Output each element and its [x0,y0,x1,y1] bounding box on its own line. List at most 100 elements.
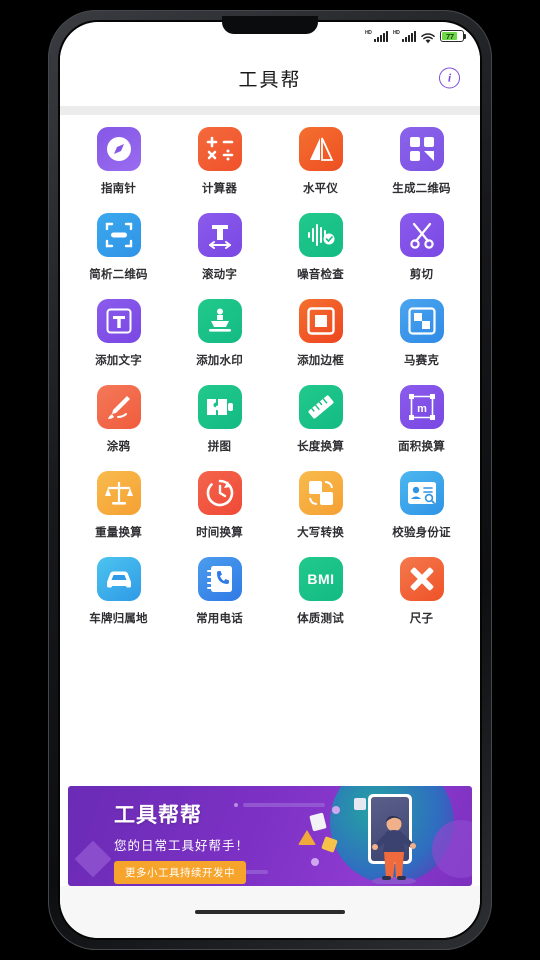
tool-item-mosaic[interactable]: 马赛克 [371,299,472,368]
license-plate-icon [96,557,141,601]
tool-item-license-plate[interactable]: 车牌归属地 [68,557,169,626]
tool-item-weight-convert[interactable]: 重量换算 [68,471,169,540]
tool-label: 涂鸦 [106,441,131,453]
banner-line-top [243,803,325,807]
tool-item-qrcode-generate[interactable]: 生成二维码 [371,127,472,196]
tool-item-noise-meter[interactable]: 噪音检查 [270,213,371,282]
weight-convert-icon [96,471,141,515]
phone-device: HD HD 77 工具帮 i 指南针 计算器 水平仪 生成二维码 简析二维码 滚… [48,10,492,950]
hd-label-2: HD [393,29,400,36]
svg-text:BMI: BMI [307,571,334,587]
length-convert-icon [298,385,343,429]
banner-dot-a [332,806,340,814]
puzzle-icon [197,385,242,429]
banner-person-illustration [372,816,416,884]
tool-item-scissors[interactable]: 剪切 [371,213,472,282]
banner-container: 工具帮帮 您的日常工具好帮手！ 更多小工具持续开发中 [60,779,480,886]
tool-item-add-border[interactable]: 添加边框 [270,299,371,368]
tool-item-length-convert[interactable]: 长度换算 [270,385,371,454]
ruler-icon [399,557,444,601]
tool-label: 大写转换 [297,527,344,539]
tool-label: 重量换算 [95,527,142,539]
info-glyph: i [447,70,452,85]
tool-label: 马赛克 [403,355,440,367]
tool-item-add-text[interactable]: 添加文字 [68,299,169,368]
tool-item-puzzle[interactable]: 拼图 [169,385,270,454]
tool-item-uppercase-convert[interactable]: 大写转换 [270,471,371,540]
tool-label: 水平仪 [302,183,339,195]
graffiti-icon [96,385,141,429]
tool-label: 长度换算 [297,441,344,453]
banner-subtitle: 您的日常工具好帮手！ [114,839,250,853]
tool-item-area-convert[interactable]: m 面积换算 [371,385,472,454]
tool-label: 面积换算 [398,441,445,453]
battery-level: 77 [442,32,458,41]
signal-icon-2: HD [393,29,416,42]
time-convert-icon [197,471,242,515]
banner-paper-1 [309,812,327,832]
mosaic-icon [399,299,444,343]
tool-item-qrcode-scan[interactable]: 简析二维码 [68,213,169,282]
add-border-icon [298,299,343,343]
tool-label: 车牌归属地 [89,613,148,625]
id-verify-icon [399,471,444,515]
compass-icon [96,127,141,171]
qrcode-generate-icon [399,127,444,171]
banner-badge[interactable]: 更多小工具持续开发中 [114,861,246,884]
tool-label: 滚动字 [201,269,238,281]
promo-banner[interactable]: 工具帮帮 您的日常工具好帮手！ 更多小工具持续开发中 [68,786,472,886]
tool-item-bmi[interactable]: BMI 体质测试 [270,557,371,626]
banner-paper-2 [354,798,366,810]
app-header: 工具帮 i [60,50,480,106]
area-convert-icon: m [399,385,444,429]
home-indicator[interactable] [195,910,345,914]
wifi-icon [421,31,435,43]
watermark-icon [197,299,242,343]
tool-label: 剪切 [409,269,434,281]
tool-grid: 指南针 计算器 水平仪 生成二维码简析二维码 滚动字 噪音检查 剪切添加文字 添加水印 添加边框… [68,127,472,626]
tool-item-id-verify[interactable]: 校验身份证 [371,471,472,540]
qrcode-scan-icon [96,213,141,257]
phone-notch [222,16,318,34]
tool-label: 校验身份证 [392,527,451,539]
tool-label: 体质测试 [297,613,344,625]
tool-item-compass[interactable]: 指南针 [68,127,169,196]
calculator-icon [197,127,242,171]
tool-label: 添加文字 [95,355,142,367]
phone-screen: HD HD 77 工具帮 i 指南针 计算器 水平仪 生成二维码 简析二维码 滚… [60,22,480,938]
bmi-icon: BMI [298,557,343,601]
scissors-icon [399,213,444,257]
tool-item-phone-book[interactable]: 常用电话 [169,557,270,626]
tool-label: 计算器 [201,183,238,195]
tool-label: 添加水印 [196,355,243,367]
scrolling-text-icon [197,213,242,257]
level-icon [298,127,343,171]
tool-item-calculator[interactable]: 计算器 [169,127,270,196]
tool-label: 噪音检查 [297,269,344,281]
tool-item-time-convert[interactable]: 时间换算 [169,471,270,540]
banner-dot-b [311,858,319,866]
phone-bezel: HD HD 77 工具帮 i 指南针 计算器 水平仪 生成二维码 简析二维码 滚… [58,16,482,940]
noise-meter-icon [298,213,343,257]
banner-triangle [298,830,316,845]
tool-item-ruler[interactable]: 尺子 [371,557,472,626]
bottom-bar [60,886,480,938]
tool-label: 时间换算 [196,527,243,539]
tool-item-level[interactable]: 水平仪 [270,127,371,196]
banner-diamond [74,840,112,878]
add-text-icon [96,299,141,343]
tool-label: 尺子 [409,613,434,625]
tool-item-scrolling-text[interactable]: 滚动字 [169,213,270,282]
tool-label: 简析二维码 [89,269,148,281]
tool-item-watermark[interactable]: 添加水印 [169,299,270,368]
info-icon[interactable]: i [439,67,460,89]
svg-text:m: m [417,403,427,415]
tool-item-graffiti[interactable]: 涂鸦 [68,385,169,454]
battery-icon: 77 [440,30,467,42]
banner-text-block: 工具帮帮 您的日常工具好帮手！ 更多小工具持续开发中 [114,799,249,884]
tool-grid-container: 指南针 计算器 水平仪 生成二维码简析二维码 滚动字 噪音检查 剪切添加文字 添加水印 添加边框… [60,115,480,779]
header-divider [60,106,480,115]
uppercase-convert-icon [298,471,343,515]
tool-label: 拼图 [207,441,232,453]
phone-book-icon [197,557,242,601]
